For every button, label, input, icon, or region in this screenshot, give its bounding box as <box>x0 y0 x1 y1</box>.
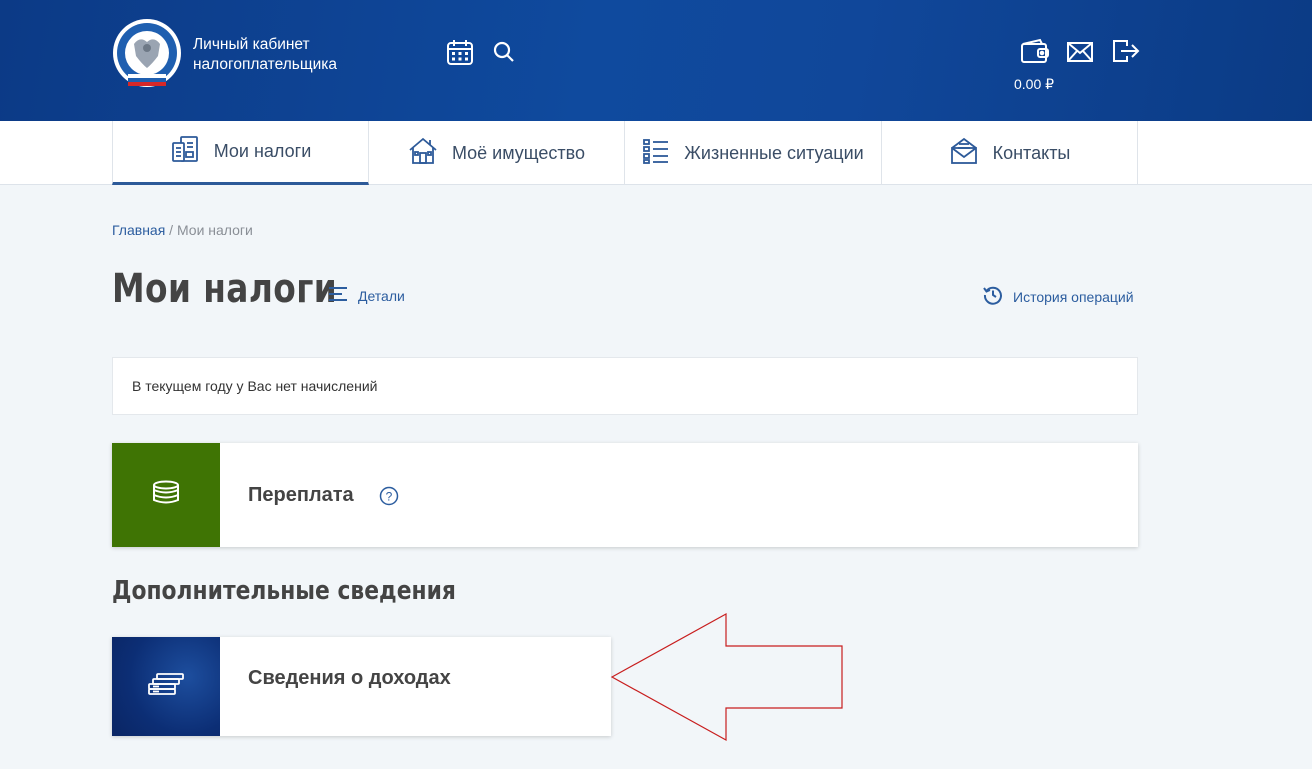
history-link[interactable]: История операций <box>983 285 1134 308</box>
overpayment-card[interactable]: Переплата ? <box>112 443 1138 547</box>
fns-emblem-logo[interactable] <box>112 18 182 92</box>
overpayment-title: Переплата <box>248 484 354 506</box>
balance-amount[interactable]: 0.00 ₽ <box>1014 76 1054 93</box>
list-icon <box>642 137 670 170</box>
history-label: История операций <box>1013 288 1134 305</box>
brand-line-1: Личный кабинет <box>193 36 310 53</box>
breadcrumb-home-link[interactable]: Главная <box>112 222 165 238</box>
main-nav: Мои налоги Моё имущество Жизненные ситуа… <box>0 121 1312 185</box>
nav-label-contacts: Контакты <box>992 142 1071 163</box>
nav-label-my-taxes: Мои налоги <box>213 141 312 161</box>
brand-line-2: налогоплательщика <box>193 56 337 73</box>
page-title: Мои налоги <box>112 266 338 312</box>
history-clock-icon <box>983 285 1003 308</box>
svg-text:?: ? <box>386 490 393 504</box>
calendar-icon[interactable] <box>446 38 474 71</box>
overpayment-tile <box>112 443 220 547</box>
logout-icon[interactable] <box>1111 38 1141 69</box>
income-info-card[interactable]: Сведения о доходах <box>112 637 611 736</box>
menu-lines-icon <box>328 286 348 305</box>
breadcrumb: Главная / Мои налоги <box>112 222 253 238</box>
coins-stack-icon <box>151 480 181 511</box>
search-icon[interactable] <box>493 41 515 68</box>
nav-label-life-situations: Жизненные ситуации <box>684 142 864 163</box>
details-link[interactable]: Детали <box>328 286 405 305</box>
help-question-icon[interactable]: ? <box>379 486 399 511</box>
wallet-icon[interactable] <box>1020 38 1050 69</box>
nav-item-property[interactable]: Моё имущество <box>369 121 625 185</box>
annotation-arrow-icon <box>606 610 846 750</box>
nav-item-my-taxes[interactable]: Мои налоги <box>112 121 369 185</box>
envelope-icon <box>949 136 979 171</box>
nav-label-property: Моё имущество <box>451 142 586 163</box>
details-label: Детали <box>358 287 405 304</box>
my-taxes-icon <box>170 134 200 169</box>
breadcrumb-separator: / <box>165 222 177 238</box>
breadcrumb-current: Мои налоги <box>176 222 253 238</box>
additional-info-heading: Дополнительные сведения <box>112 576 456 606</box>
top-header: Личный кабинет налогоплательщика 0.00 ₽ <box>0 0 1312 121</box>
mail-icon[interactable] <box>1066 41 1094 68</box>
income-info-title: Сведения о доходах <box>248 667 451 689</box>
banknotes-icon <box>147 672 185 701</box>
nav-item-contacts[interactable]: Контакты <box>882 121 1138 185</box>
cabinet-title[interactable]: Личный кабинет налогоплательщика <box>193 35 373 75</box>
nav-item-life-situations[interactable]: Жизненные ситуации <box>625 121 882 185</box>
property-icon <box>408 136 438 171</box>
no-charges-notice: В текущем году у Вас нет начислений <box>112 357 1138 415</box>
income-tile <box>112 637 220 736</box>
